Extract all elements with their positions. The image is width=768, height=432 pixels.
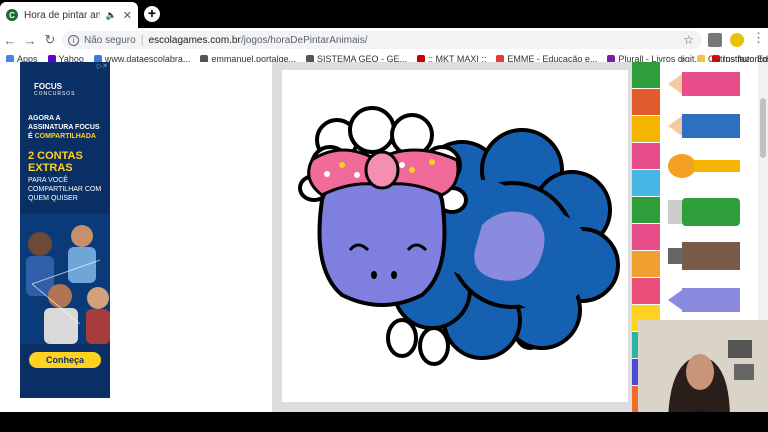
browser-toolbar: ← → ↻ i Não seguro | escolagames.com.br/…	[0, 28, 768, 52]
sheep-drawing[interactable]	[282, 70, 628, 402]
webcam-overlay	[638, 320, 768, 420]
info-icon[interactable]: i	[68, 34, 79, 46]
pattern-swatch[interactable]	[632, 278, 660, 305]
pattern-swatch[interactable]	[632, 89, 660, 116]
paint-tube-tool-green[interactable]	[668, 198, 740, 226]
security-label: Não seguro	[84, 34, 136, 46]
site-favicon-icon: C	[6, 9, 18, 21]
separator: |	[140, 34, 144, 46]
marker-tool-brown[interactable]	[668, 242, 740, 270]
menu-kebab-icon[interactable]: ⋮	[752, 30, 765, 46]
brush-tool-orange[interactable]	[668, 154, 740, 178]
crayon-tool-glitter[interactable]	[668, 288, 740, 312]
forward-arrow-icon[interactable]: →	[20, 33, 40, 48]
pencil-tool-pink[interactable]	[668, 72, 740, 96]
pattern-swatch[interactable]	[632, 224, 660, 251]
back-arrow-icon[interactable]: ←	[0, 33, 20, 48]
ad-intro-text: AGORA A ASSINATURA FOCUS É COMPARTILHADA	[28, 115, 100, 140]
pattern-swatch[interactable]	[632, 62, 660, 89]
new-tab-button[interactable]: +	[144, 6, 160, 22]
profile-avatar-icon[interactable]	[730, 33, 744, 47]
address-bar[interactable]: i Não seguro | escolagames.com.br/jogos/…	[62, 31, 702, 49]
ad-headline: 2 CONTAS EXTRAS	[28, 150, 83, 174]
pattern-swatch[interactable]	[632, 251, 660, 278]
ad-body-text: PARA VOCÊ COMPARTILHAR COM QUEM QUISER	[28, 177, 102, 202]
bookmark-star-icon[interactable]: ☆	[683, 33, 694, 47]
url-text: escolagames.com.br/jogos/horaDePintarAni…	[149, 35, 368, 46]
bottom-black-bar	[0, 412, 768, 432]
scrollbar-thumb[interactable]	[760, 98, 766, 158]
reload-icon[interactable]: ↻	[40, 32, 60, 48]
adchoices-icon[interactable]: ▷✕	[97, 62, 108, 70]
url-path: /jogos/horaDePintarAnimais/	[240, 34, 368, 46]
pattern-swatch[interactable]	[632, 197, 660, 224]
pencil-tool-blue[interactable]	[668, 114, 740, 138]
url-domain: escolagames.com.br	[148, 34, 241, 46]
speaker-icon[interactable]: 🔈	[106, 10, 117, 21]
close-icon[interactable]: ✕	[123, 9, 132, 22]
pattern-swatch[interactable]	[632, 143, 660, 170]
pattern-swatch[interactable]	[632, 116, 660, 143]
drawing-canvas[interactable]	[282, 70, 628, 402]
extension-icon[interactable]	[708, 33, 722, 47]
advertisement-banner[interactable]: ▷✕ FOCUS CONCURSOS AGORA A ASSINATURA FOC…	[20, 62, 110, 398]
ad-people-image	[20, 214, 110, 344]
ad-cta-button[interactable]: Conheça	[29, 352, 101, 368]
coloring-area	[272, 62, 634, 412]
tab-strip: C Hora de pintar animais | Esc 🔈 ✕ +	[0, 0, 768, 28]
drawing-tools-panel	[662, 62, 740, 342]
focus-logo: FOCUS CONCURSOS	[34, 82, 76, 97]
tab-title: Hora de pintar animais | Esc	[24, 9, 100, 21]
pattern-swatch[interactable]	[632, 170, 660, 197]
browser-tab[interactable]: C Hora de pintar animais | Esc 🔈 ✕	[0, 2, 138, 28]
